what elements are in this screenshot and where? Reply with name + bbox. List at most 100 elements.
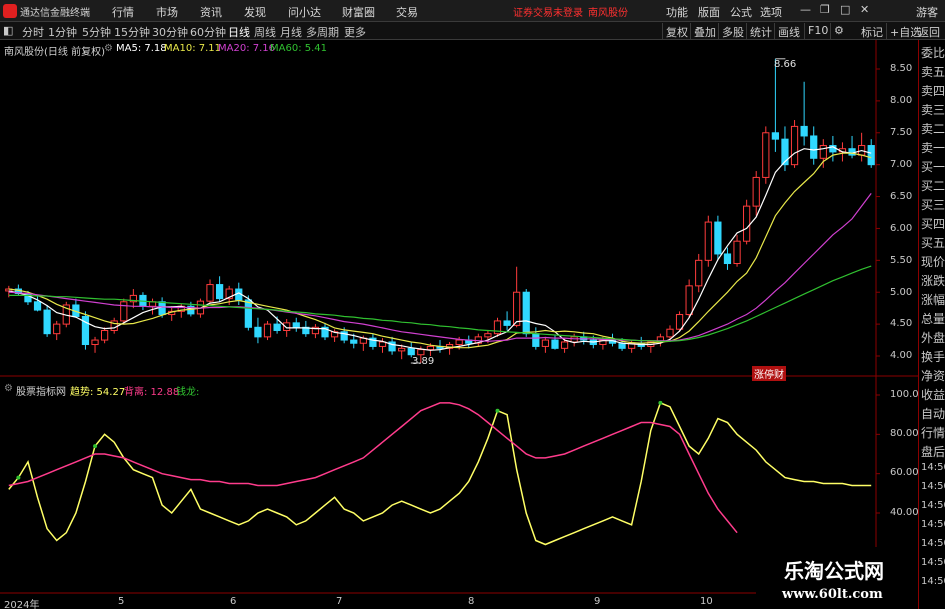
side-panel-label: 14:50 [921,519,945,530]
side-panel-label[interactable]: 盘后 [921,443,945,460]
candle-body [244,299,252,328]
x-tick: 8 [468,596,475,607]
candle-body [484,333,492,338]
x-tick: 10 [700,596,713,607]
candle-body [292,322,300,328]
indicator-settings-icon[interactable]: ⚙ [4,383,13,394]
candle-body [522,291,530,335]
candle-body [723,253,732,265]
side-panel-label: 总量 [921,312,945,326]
candle-body [120,301,128,322]
side-panel-label: 14:50 [921,576,945,587]
side-panel-label: 外盘 [921,331,945,345]
candle-body [551,339,559,349]
candle-body [675,314,684,330]
side-panel-label: 现价 [921,255,945,269]
candle-body [733,240,741,265]
indicator-tick: 40.00 [890,507,919,518]
candle-body [800,125,808,137]
side-panel-label: 净资 [921,369,945,383]
candle-body [158,301,166,316]
side-panel-label: 14:50 [921,500,945,511]
side-panel-label: 买四 [921,217,945,231]
qianlong-signal [93,444,98,449]
price-tick: 5.50 [890,255,913,266]
stock-legend: 南风股份(日线 前复权) [4,47,105,58]
candle-body [867,145,875,166]
event-badge[interactable]: 涨停财 [752,366,786,381]
candle-body [532,333,540,347]
side-panel-label: 买五 [921,236,945,250]
candle-body [350,339,358,344]
x-tick: 6 [230,596,237,607]
high-price-label: 8.66 [774,59,797,70]
price-tick: 4.50 [890,318,913,329]
watermark-url: www.60lt.com [782,587,883,602]
candle-body [455,339,463,346]
watermark-title: 乐淘公式网 [784,559,884,583]
candle-body [810,135,818,159]
side-panel-label: 14:50 [921,557,945,568]
quote-side-panel: 委比 卖五 卖四 卖三 卖二 卖一 买一 买二 买三 买四 买五 现价 涨跌 涨幅 总量 外盘 换手 净资 收益 自动… [918,40,945,609]
side-panel-label: 卖二 [921,122,945,136]
x-tick: 2024年 [4,600,40,609]
side-panel-label[interactable]: 行情 [921,424,945,441]
low-price-label: 3.89 [412,356,435,367]
guest-label[interactable]: 游客 [916,4,938,20]
side-panel-label: 买二 [921,179,945,193]
side-panel-label: 涨跌 [921,274,945,288]
candle-body [819,145,827,159]
candle-body [752,176,760,207]
candle-body [53,323,61,335]
side-panel-label: 卖三 [921,103,945,117]
candle-body [513,291,521,326]
candle-body [541,339,550,347]
candle-body [398,347,406,352]
candle-body [273,323,281,331]
indicator-tick: 60.00 [890,467,919,478]
side-panel-label: 涨幅 [921,293,945,307]
legend-settings-icon[interactable]: ⚙ [104,43,113,54]
candle-body [685,285,693,316]
kline-chart[interactable] [0,0,918,609]
qianlong-signal [495,408,500,413]
btn-fanhui[interactable]: 返回 [918,24,940,40]
qianlong-signal [658,400,663,405]
price-tick: 8.50 [890,63,913,74]
candle-body [101,329,109,341]
side-panel-label: 14:50 [921,538,945,549]
side-panel-label: 卖四 [921,84,945,98]
ma-line-ma20 [8,193,872,342]
price-tick: 4.00 [890,350,913,361]
price-tick: 8.00 [890,95,913,106]
ma-line-ma5 [8,146,872,351]
candle-body [263,323,272,338]
ma-line-ma10 [8,152,872,349]
indicator-tick: 100.0 [890,389,919,400]
legend-ma10: MA10: 7.11 [164,43,222,54]
qianlong-signal [16,475,21,480]
side-panel-label: 买一 [921,160,945,174]
candle-body [254,326,262,338]
candle-body [417,349,425,356]
side-panel-label: 14:50 [921,481,945,492]
candle-body [618,342,626,349]
price-tick: 7.00 [890,159,913,170]
indicator-tick: 80.00 [890,428,919,439]
candle-body [215,284,224,300]
side-panel-label[interactable]: 自动 [921,405,945,422]
side-panel-label: 委比 [921,46,945,60]
candle-body [695,259,703,287]
side-panel-label: 买三 [921,198,945,212]
price-tick: 7.50 [890,127,913,138]
legend-trend: 趋势: 54.27 [70,387,126,398]
candle-body [570,336,578,343]
candle-body [426,345,435,351]
candle-body [43,309,51,335]
candle-body [503,320,511,326]
x-tick: 9 [594,596,601,607]
watermark: 乐淘公式网 www.60lt.com [756,547,918,609]
candle-body [206,284,214,302]
price-tick: 5.00 [890,287,913,298]
legend-deviation: 背离: 12.88 [124,387,180,398]
